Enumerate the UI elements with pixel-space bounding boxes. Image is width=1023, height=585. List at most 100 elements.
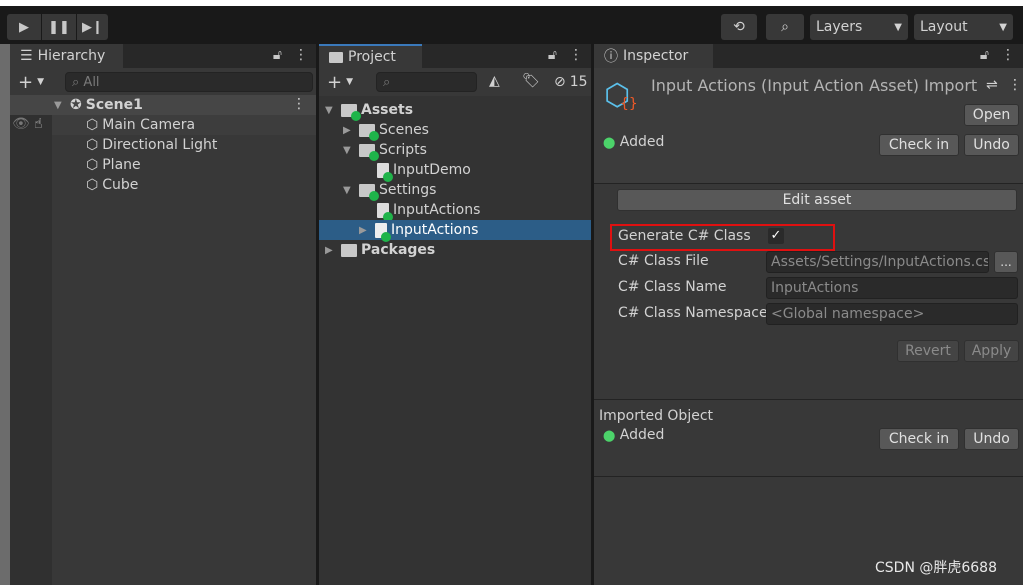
pause-icon: ❚❚ (48, 19, 70, 35)
pick-hand-icon[interactable]: ☝︎ (34, 116, 43, 132)
watermark: CSDN @胖虎6688 (875, 560, 997, 576)
hidden-packages-toggle[interactable]: ⊘ 15 (554, 72, 588, 92)
filter-by-type-icon[interactable]: ◭ (489, 73, 500, 89)
tree-item-assets[interactable]: ▼ Assets (325, 100, 414, 121)
tree-item-scenes[interactable]: ▶ Scenes (343, 120, 429, 141)
namespace-field[interactable]: <Global namespace> (766, 303, 1018, 325)
expand-icon[interactable]: ▼ (343, 185, 355, 196)
chevron-down-icon: ▼ (999, 21, 1007, 33)
tree-item-settings[interactable]: ▼ Settings (343, 180, 437, 201)
history-button[interactable]: ⟲ (721, 14, 757, 40)
input-action-asset-icon: ⬡{} (604, 78, 638, 113)
tree-item-inputdemo[interactable]: InputDemo (377, 160, 471, 182)
expand-icon[interactable]: ▼ (54, 100, 66, 111)
tab-project[interactable]: Project (319, 44, 422, 68)
main-toolbar: ▶ ❚❚ ▶❙ ⟲ ⌕ Layers ▼ Layout ▼ (0, 6, 1023, 44)
gameobject-cube-icon: ⬡ (86, 137, 99, 153)
added-plus-icon: ⬤ (603, 136, 616, 149)
divider (594, 399, 1023, 400)
preset-sliders-icon[interactable]: ⇌ (986, 77, 998, 93)
item-label: Settings (379, 182, 437, 198)
imported-check-in-button[interactable]: Check in (879, 428, 959, 450)
undo-button[interactable]: Undo (964, 134, 1019, 156)
class-name-label: C# Class Name (618, 279, 727, 295)
collapse-icon[interactable]: ▶ (343, 125, 355, 136)
create-button[interactable]: + ▼ (18, 72, 44, 93)
chevron-down-icon: ▼ (894, 21, 902, 33)
unity-scene-icon: ✪ (70, 97, 82, 113)
expand-icon[interactable]: ▼ (325, 105, 337, 116)
lock-icon[interactable]: 🔓︎ (548, 47, 557, 63)
folder-icon (359, 123, 379, 141)
scene-name: Scene1 (85, 97, 143, 113)
expand-icon[interactable]: ▼ (343, 145, 355, 156)
history-icon: ⟲ (733, 19, 745, 35)
folder-icon (359, 183, 379, 201)
class-name-field[interactable]: InputActions (766, 277, 1018, 299)
tab-inspector[interactable]: ⓘ Inspector (594, 44, 713, 68)
list-item[interactable]: ⬡ Main Camera (86, 115, 195, 135)
visibility-column (10, 115, 52, 585)
more-icon[interactable]: ⋮ (294, 47, 308, 63)
more-icon[interactable]: ⋮ (292, 96, 306, 112)
inspector-title: Input Actions (Input Action Asset) Impor… (651, 76, 978, 95)
more-icon[interactable]: ⋮ (1001, 47, 1015, 63)
folder-icon (359, 143, 379, 161)
edit-asset-button[interactable]: Edit asset (617, 189, 1017, 211)
revert-button[interactable]: Revert (897, 340, 959, 362)
list-icon: ☰ (20, 48, 33, 64)
class-file-field[interactable]: Assets/Settings/InputActions.cs (766, 251, 989, 273)
collapse-icon[interactable]: ▶ (325, 245, 337, 256)
item-label: InputActions (393, 202, 481, 218)
check-in-button[interactable]: Check in (879, 134, 959, 156)
tree-item-scripts[interactable]: ▼ Scripts (343, 140, 427, 161)
browse-button[interactable]: ... (994, 251, 1018, 273)
eye-icon[interactable]: 👁︎ (12, 116, 30, 132)
step-button[interactable]: ▶❙ (77, 14, 108, 40)
imported-object-label: Imported Object (599, 408, 714, 424)
project-tabbar: Project 🔓︎ ⋮ (319, 44, 591, 68)
added-plus-icon: ⬤ (603, 429, 616, 442)
namespace-label: C# Class Namespace (618, 305, 766, 321)
item-label: InputActions (391, 222, 479, 238)
pause-button[interactable]: ❚❚ (42, 14, 76, 40)
apply-button[interactable]: Apply (964, 340, 1019, 362)
lock-icon[interactable]: 🔓︎ (273, 47, 282, 63)
scene-row[interactable]: ▼ ✪ Scene1 ⋮ (10, 95, 316, 115)
imported-undo-button[interactable]: Undo (964, 428, 1019, 450)
play-button[interactable]: ▶ (7, 14, 41, 40)
tab-hierarchy[interactable]: ☰ Hierarchy (10, 44, 123, 68)
folder-icon (341, 243, 357, 257)
eye-slash-icon: ⊘ (554, 74, 566, 90)
list-item[interactable]: ⬡ Plane (86, 155, 141, 175)
more-icon[interactable]: ⋮ (569, 47, 583, 63)
tree-item-inputactions-script[interactable]: InputActions (377, 200, 481, 222)
search-icon: ⌕ (383, 74, 391, 90)
list-item[interactable]: ⬡ Directional Light (86, 135, 217, 155)
hierarchy-search-input[interactable]: ⌕ All (65, 72, 313, 92)
generate-class-checkbox[interactable]: ✓ (768, 228, 784, 244)
hierarchy-panel: ☰ Hierarchy 🔓︎ ⋮ + ▼ ⌕ All ▼ ✪ Scene1 ⋮ 👁︎ ☝︎… (10, 44, 316, 585)
info-icon: ⓘ (604, 49, 618, 65)
collapse-icon[interactable]: ▶ (359, 225, 371, 236)
csharp-script-icon (377, 202, 393, 222)
item-label: InputDemo (393, 162, 471, 178)
lock-icon[interactable]: 🔓︎ (980, 47, 989, 63)
create-button[interactable]: + ▼ (327, 72, 353, 93)
search-icon: ⌕ (781, 19, 789, 35)
layers-dropdown[interactable]: Layers ▼ (810, 14, 908, 40)
tree-item-packages[interactable]: ▶ Packages (325, 240, 435, 260)
more-icon[interactable]: ⋮ (1008, 77, 1022, 93)
checkmark-icon: ✓ (770, 228, 782, 243)
open-button[interactable]: Open (964, 104, 1019, 126)
generate-class-label: Generate C# Class (618, 228, 751, 244)
inspector-panel: ⓘ Inspector 🔓︎ ⋮ ⬡{} Input Actions (Input … (594, 44, 1023, 585)
item-label: Assets (361, 102, 414, 118)
layout-dropdown[interactable]: Layout ▼ (914, 14, 1013, 40)
project-search-input[interactable]: ⌕ (376, 72, 477, 92)
label-tag-icon[interactable]: 🏷︎ (522, 73, 540, 89)
tree-item-inputactions-asset[interactable]: ▶ InputActions (359, 220, 479, 242)
list-item[interactable]: ⬡ Cube (86, 175, 138, 195)
search-button[interactable]: ⌕ (766, 14, 804, 40)
project-panel: Project 🔓︎ ⋮ + ▼ ⌕ ◭ 🏷︎ ⊘ 15 ▼ Assets ▶ Scene… (319, 44, 591, 585)
